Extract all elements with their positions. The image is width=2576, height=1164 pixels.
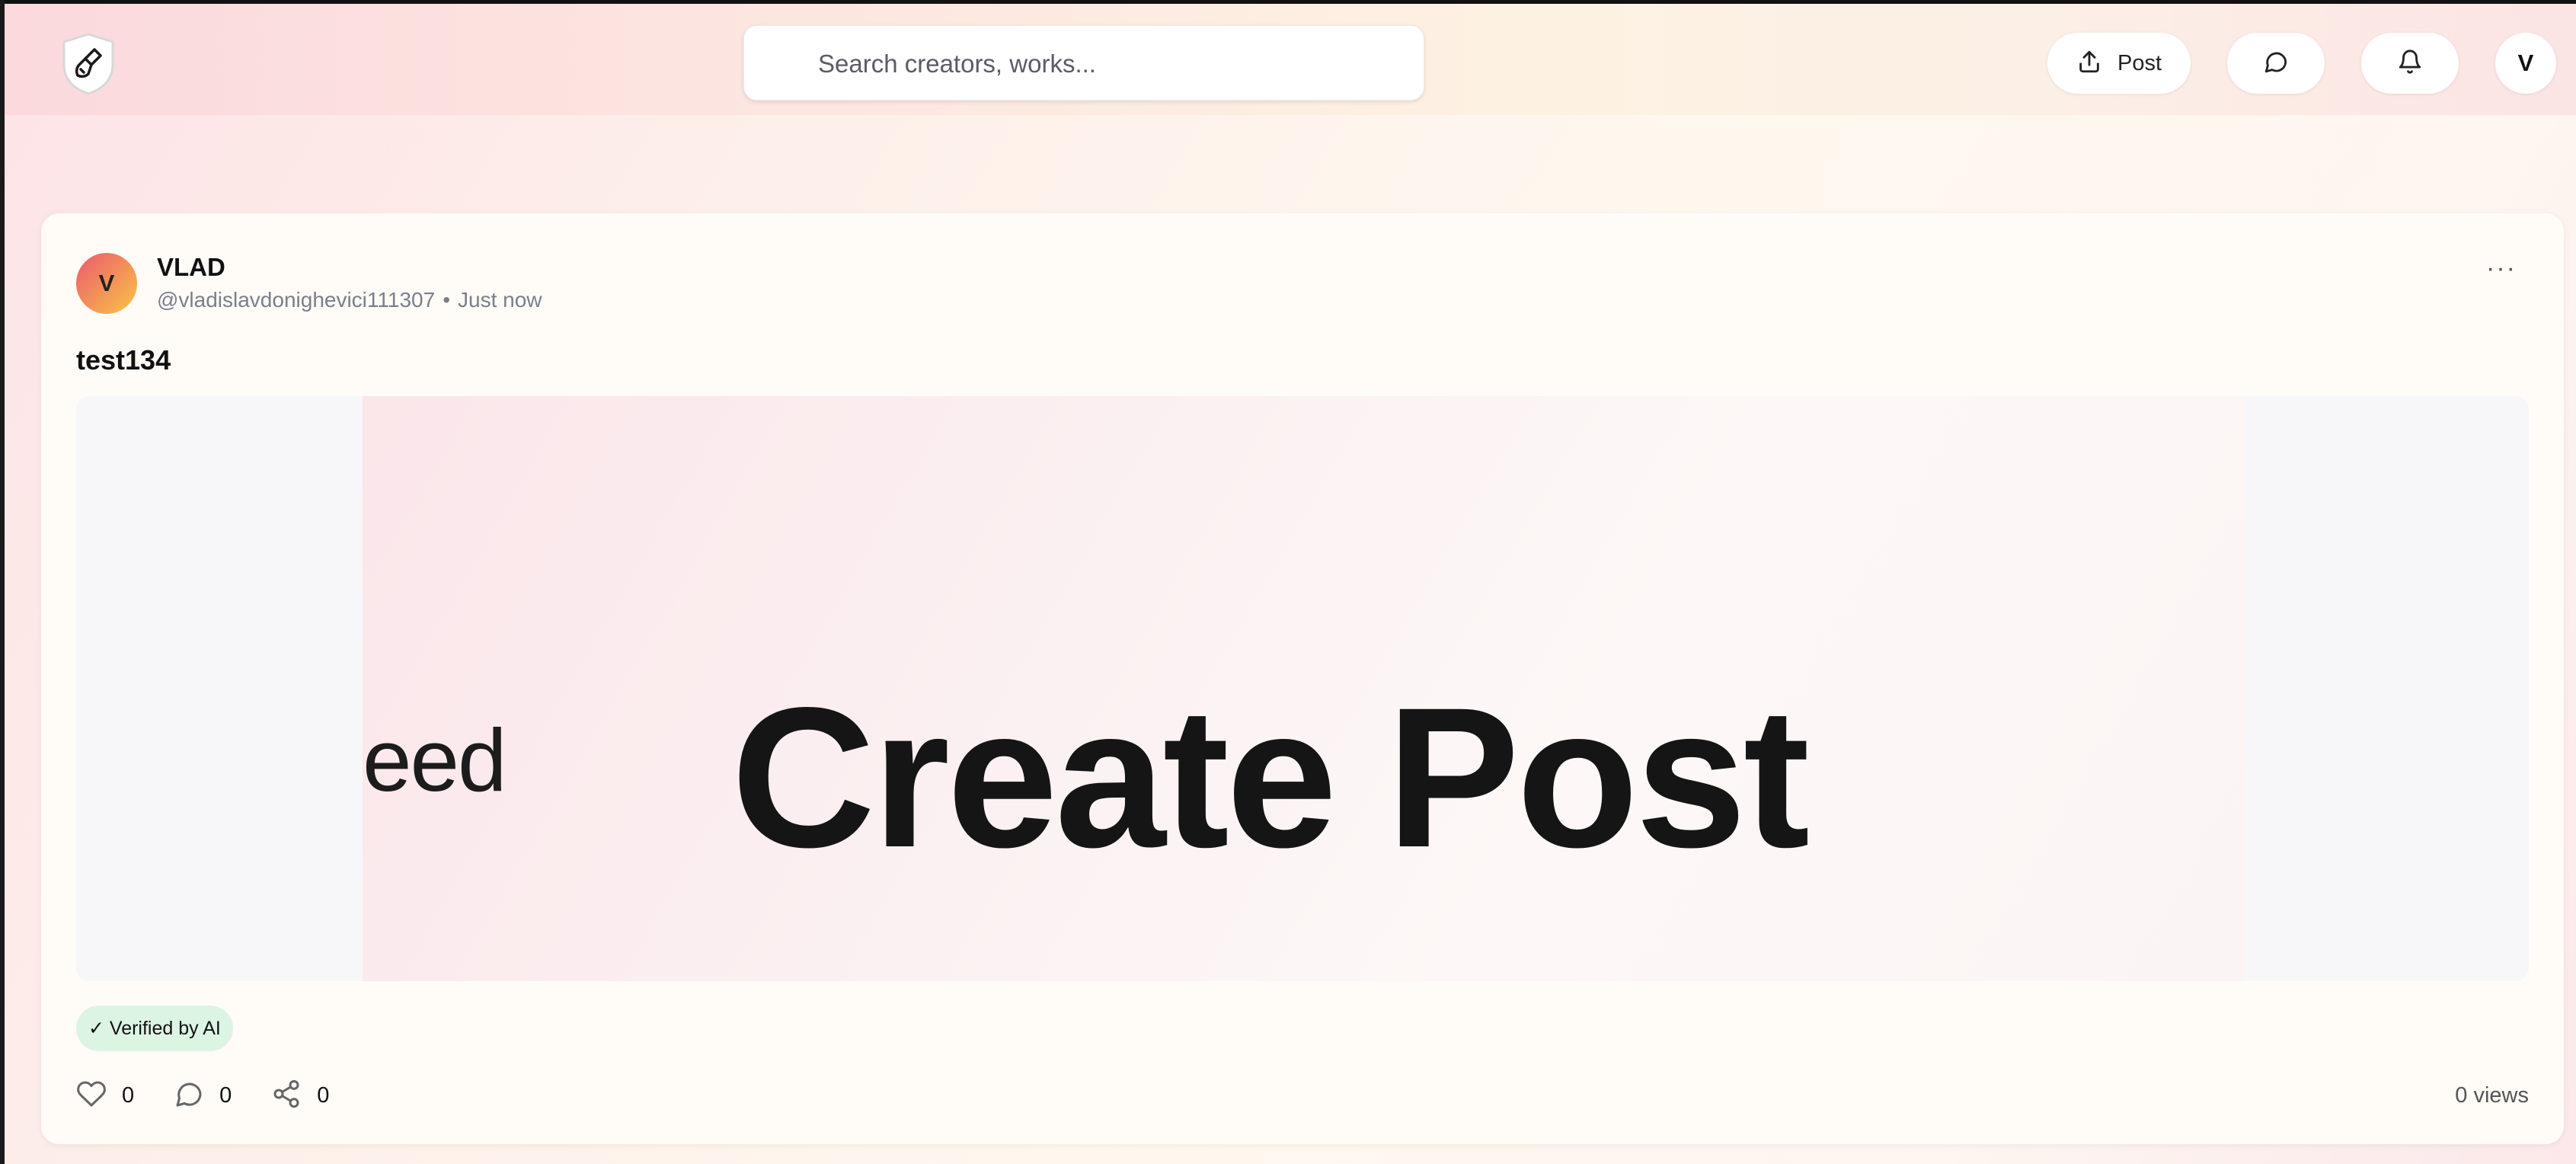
top-bar: Post V	[5, 4, 2576, 115]
post-meta: @vladislavdonighevici111307 • Just now	[157, 288, 542, 312]
post-title: test134	[76, 344, 171, 376]
brush-shield-logo-icon[interactable]	[58, 31, 119, 97]
bell-icon	[2397, 49, 2423, 78]
share-icon	[271, 1079, 302, 1113]
view-count: 0 views	[2455, 1083, 2529, 1108]
heart-icon	[76, 1079, 107, 1113]
post-button-label: Post	[2117, 50, 2162, 75]
like-button[interactable]: 0	[76, 1079, 134, 1113]
image-partial-text: eed	[363, 711, 507, 810]
upload-icon	[2076, 49, 2102, 78]
verified-badge: ✓ Verified by AI	[76, 1006, 233, 1051]
post-card: V VLAD @vladislavdonighevici111307 • Just …	[41, 213, 2564, 1144]
post-time: Just now	[458, 288, 542, 312]
image-main-text: Create Post	[731, 666, 1810, 889]
notifications-button[interactable]	[2361, 33, 2459, 94]
share-button[interactable]: 0	[271, 1079, 329, 1113]
comment-button[interactable]: 0	[174, 1079, 232, 1113]
post-image-content: eed Create Post	[363, 396, 2244, 981]
comment-icon	[174, 1079, 204, 1113]
comment-count: 0	[219, 1082, 232, 1108]
post-image[interactable]: eed Create Post	[76, 396, 2529, 981]
user-avatar[interactable]: V	[2495, 33, 2556, 94]
search-input[interactable]	[817, 26, 1398, 101]
more-icon[interactable]: ···	[2479, 253, 2524, 283]
meta-separator: •	[443, 288, 450, 312]
like-count: 0	[122, 1082, 135, 1108]
share-count: 0	[317, 1082, 330, 1108]
messages-button[interactable]	[2227, 33, 2325, 94]
window-left-border	[0, 0, 5, 1164]
chat-bubble-icon	[2263, 49, 2289, 78]
post-button[interactable]: Post	[2047, 33, 2191, 94]
author-name[interactable]: VLAD	[157, 253, 225, 282]
author-avatar[interactable]: V	[76, 253, 137, 314]
post-actions: 0 0 0	[76, 1074, 369, 1117]
author-handle[interactable]: @vladislavdonighevici111307	[157, 288, 435, 312]
search-box[interactable]	[743, 25, 1424, 101]
